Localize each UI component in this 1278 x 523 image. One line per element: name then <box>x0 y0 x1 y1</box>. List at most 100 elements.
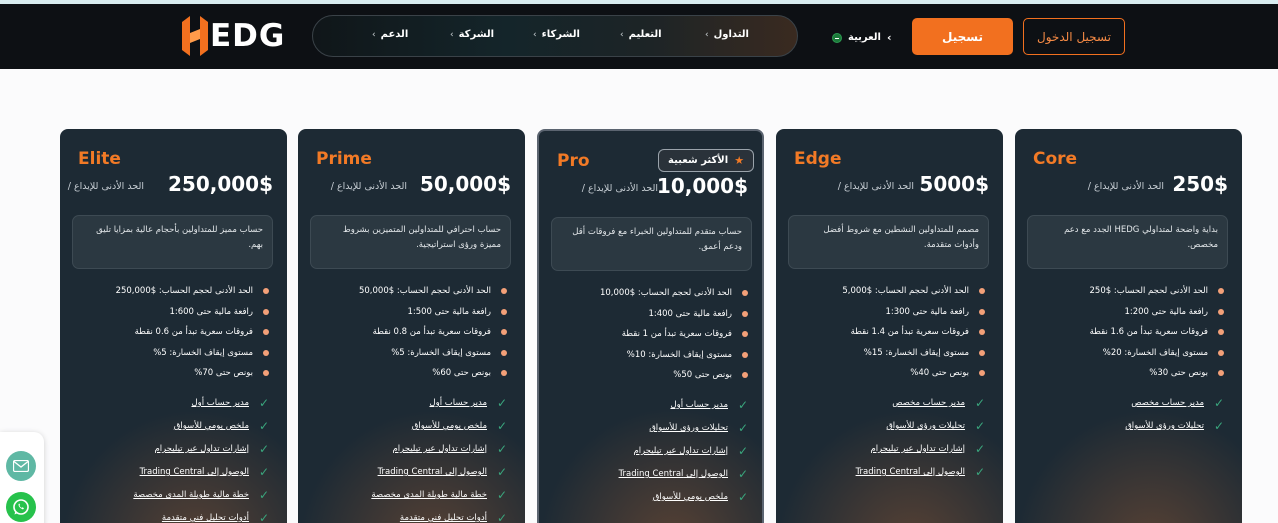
perk-link[interactable]: مدير حساب أول <box>429 398 487 408</box>
language-selector[interactable]: العربية ‹ <box>832 31 896 44</box>
perk-item[interactable]: ✓ ملخص يومي للأسواق <box>653 490 748 504</box>
nav-item-label: التداول <box>713 29 749 40</box>
spec-text: رافعة مالية حتى 1:500 <box>407 306 491 317</box>
perk-item[interactable]: ✓ ملخص يومي للأسواق <box>174 419 269 433</box>
bullet-dot-icon <box>1218 329 1224 335</box>
perk-link[interactable]: الوصول إلى Trading Central <box>140 467 249 477</box>
perk-link[interactable]: إشارات تداول عبر تيليجرام <box>392 444 487 454</box>
perk-item[interactable]: ✓ الوصول إلى Trading Central <box>619 467 748 481</box>
perk-item[interactable]: ✓ إشارات تداول عبر تيليجرام <box>633 444 748 458</box>
bullet-dot-icon <box>263 288 269 294</box>
spec-item: بونص حتى 40% <box>910 366 985 380</box>
plan-price: 10,000$ <box>656 174 748 198</box>
perk-item[interactable]: ✓ تحليلات ورؤى للأسواق <box>1125 419 1224 433</box>
spec-item: مستوى إيقاف الخسارة: 15% <box>864 346 985 360</box>
checkmark-icon: ✓ <box>258 396 269 410</box>
checkmark-icon: ✓ <box>496 511 507 523</box>
spec-item: فروقات سعرية تبدأ من 1.6 نقطة <box>1090 325 1224 339</box>
nav-item-education[interactable]: ‹ التعليم <box>620 29 662 40</box>
perk-link[interactable]: تحليلات ورؤى للأسواق <box>649 423 728 433</box>
perk-link[interactable]: أدوات تحليل فني متقدمة <box>400 513 487 523</box>
perk-link[interactable]: تحليلات ورؤى للأسواق <box>1125 421 1204 431</box>
perk-item[interactable]: ✓ الوصول إلى Trading Central <box>140 465 269 479</box>
perk-item[interactable]: ✓ أدوات تحليل فني متقدمة <box>162 511 269 523</box>
perk-item[interactable]: ✓ إشارات تداول عبر تيليجرام <box>154 442 269 456</box>
whatsapp-contact-button[interactable] <box>6 492 36 522</box>
perk-link[interactable]: الوصول إلى Trading Central <box>378 467 487 477</box>
perk-link[interactable]: ملخص يومي للأسواق <box>412 421 487 431</box>
language-label: العربية <box>848 32 881 43</box>
perk-item[interactable]: ✓ مدير حساب مخصص <box>1131 396 1224 410</box>
checkmark-icon: ✓ <box>737 421 748 435</box>
checkmark-icon: ✓ <box>258 511 269 523</box>
perk-link[interactable]: خطة مالية طويلة المدى مخصصة <box>371 490 487 500</box>
perk-link[interactable]: ملخص يومي للأسواق <box>653 492 728 502</box>
checkmark-icon: ✓ <box>737 490 748 504</box>
checkmark-icon: ✓ <box>496 442 507 456</box>
perk-item[interactable]: ✓ الوصول إلى Trading Central <box>378 465 507 479</box>
perk-link[interactable]: إشارات تداول عبر تيليجرام <box>633 446 728 456</box>
min-deposit-label: / الحد الأدنى للإيداع <box>1087 181 1164 192</box>
spec-item: رافعة مالية حتى 1:200 <box>1124 305 1224 319</box>
min-deposit-label: / الحد الأدنى للإيداع <box>581 183 658 194</box>
logo-h-mark-icon <box>182 16 208 56</box>
bullet-dot-icon <box>501 349 507 356</box>
bullet-dot-icon <box>501 288 507 294</box>
bullet-dot-icon <box>501 329 507 335</box>
perk-item[interactable]: ✓ خطة مالية طويلة المدى مخصصة <box>371 488 507 502</box>
nav-item-label: الشركة <box>458 29 495 40</box>
bullet-dot-icon <box>742 310 748 317</box>
nav-item-trading[interactable]: ‹ التداول <box>705 29 749 40</box>
chevron-left-icon: ‹ <box>705 29 709 40</box>
nav-item-support[interactable]: ‹ الدعم <box>372 29 408 40</box>
plan-description: مصمم للمتداولين النشطين مع شروط أفضل وأد… <box>788 215 989 269</box>
spec-item: رافعة مالية حتى 1:600 <box>169 305 269 319</box>
perk-link[interactable]: إشارات تداول عبر تيليجرام <box>154 444 249 454</box>
nav-item-company[interactable]: ‹ الشركة <box>450 29 494 40</box>
spec-item: بونص حتى 70% <box>194 366 269 380</box>
perk-link[interactable]: أدوات تحليل فني متقدمة <box>162 513 249 523</box>
envelope-icon <box>13 460 29 472</box>
perk-link[interactable]: ملخص يومي للأسواق <box>174 421 249 431</box>
perk-link[interactable]: الوصول إلى Trading Central <box>619 469 728 479</box>
checkmark-icon: ✓ <box>496 396 507 410</box>
perk-link[interactable]: مدير حساب مخصص <box>1131 398 1204 408</box>
spec-item: بونص حتى 50% <box>673 368 748 382</box>
nav-item-partners[interactable]: ‹ الشركاء <box>533 29 580 40</box>
perk-item[interactable]: ✓ مدير حساب مخصص <box>892 396 985 410</box>
perk-link[interactable]: مدير حساب مخصص <box>892 398 965 408</box>
register-button[interactable]: تسجيل <box>912 18 1013 55</box>
perk-item[interactable]: ✓ تحليلات ورؤى للأسواق <box>649 421 748 435</box>
plan-card-pro: Pro الأكثر شعبية ★ 10,000$ / الحد الأدنى للإ… <box>537 129 764 523</box>
login-button[interactable]: تسجيل الدخول <box>1023 18 1125 55</box>
badge-label: الأكثر شعبية <box>668 155 729 166</box>
plan-name: Prime <box>316 149 372 169</box>
spec-text: الحد الأدنى لحجم الحساب: $250,000 <box>115 286 253 296</box>
checkmark-icon: ✓ <box>258 488 269 502</box>
perk-link[interactable]: تحليلات ورؤى للأسواق <box>886 421 965 431</box>
perk-item[interactable]: ✓ مدير حساب أول <box>429 396 507 410</box>
plan-description: بداية واضحة لمتداولي HEDG الجدد مع دعم م… <box>1027 215 1228 269</box>
perk-item[interactable]: ✓ مدير حساب أول <box>670 398 748 412</box>
perk-item[interactable]: ✓ خطة مالية طويلة المدى مخصصة <box>133 488 269 502</box>
spec-text: فروقات سعرية تبدأ من 1 نقطة <box>621 329 732 339</box>
spec-item: مستوى إيقاف الخسارة: 10% <box>627 348 748 362</box>
perk-link[interactable]: مدير حساب أول <box>191 398 249 408</box>
email-contact-button[interactable] <box>6 451 36 481</box>
checkmark-icon: ✓ <box>737 467 748 481</box>
spec-text: رافعة مالية حتى 1:600 <box>169 306 253 317</box>
perk-link[interactable]: إشارات تداول عبر تيليجرام <box>870 444 965 454</box>
perk-link[interactable]: مدير حساب أول <box>670 400 728 410</box>
perk-item[interactable]: ✓ إشارات تداول عبر تيليجرام <box>392 442 507 456</box>
plan-price: 250,000$ <box>167 172 273 196</box>
perk-link[interactable]: خطة مالية طويلة المدى مخصصة <box>133 490 249 500</box>
bullet-dot-icon <box>1218 308 1224 315</box>
perk-item[interactable]: ✓ أدوات تحليل فني متقدمة <box>400 511 507 523</box>
perk-item[interactable]: ✓ مدير حساب أول <box>191 396 269 410</box>
perk-item[interactable]: ✓ ملخص يومي للأسواق <box>412 419 507 433</box>
perk-item[interactable]: ✓ إشارات تداول عبر تيليجرام <box>870 442 985 456</box>
perk-item[interactable]: ✓ تحليلات ورؤى للأسواق <box>886 419 985 433</box>
perk-item[interactable]: ✓ الوصول إلى Trading Central <box>856 465 985 479</box>
hedg-logo[interactable]: EDG <box>182 14 285 58</box>
perk-link[interactable]: الوصول إلى Trading Central <box>856 467 965 477</box>
